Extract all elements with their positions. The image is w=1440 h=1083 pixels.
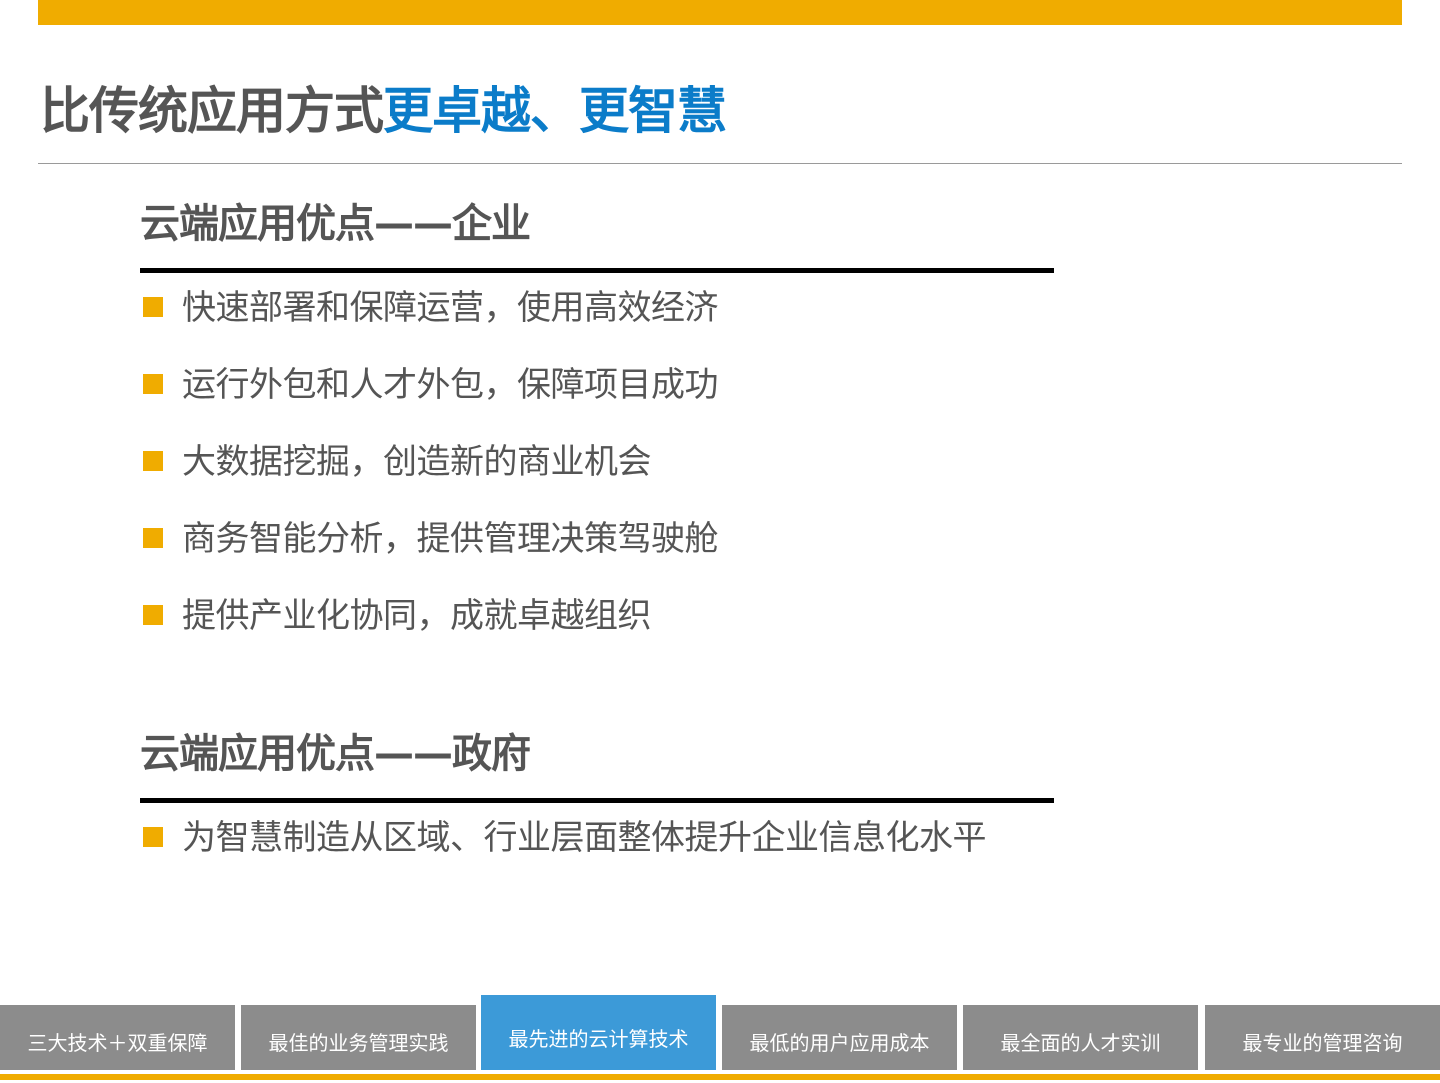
nav-tab-training[interactable]: 最全面的人才实训 [963,1005,1198,1070]
nav-tab-tech-guarantee[interactable]: 三大技术＋双重保障 [0,1005,235,1070]
nav-tab-best-practice[interactable]: 最佳的业务管理实践 [241,1005,476,1070]
page-title-main: 比传统应用方式 [40,82,384,140]
square-bullet-icon [143,605,163,625]
bottom-accent-bar [0,1074,1440,1080]
square-bullet-icon [143,528,163,548]
page-title: 比传统应用方式更卓越、更智慧 [40,80,727,142]
list-item: 快速部署和保障运营，使用高效经济 [140,273,1054,350]
list-item: 为智慧制造从区域、行业层面整体提升企业信息化水平 [140,803,1054,880]
square-bullet-icon [143,451,163,471]
list-item: 提供产业化协同，成就卓越组织 [140,581,1054,658]
list-item-text: 大数据挖掘，创造新的商业机会 [182,442,652,482]
square-bullet-icon [143,827,163,847]
list-item-text: 运行外包和人才外包，保障项目成功 [182,365,719,405]
nav-tab-low-cost[interactable]: 最低的用户应用成本 [722,1005,957,1070]
list-item: 商务智能分析，提供管理决策驾驶舱 [140,504,1054,581]
nav-tab-cloud-tech[interactable]: 最先进的云计算技术 [481,995,716,1070]
title-divider [38,163,1402,164]
bullet-list-government: 为智慧制造从区域、行业层面整体提升企业信息化水平 [140,803,1054,880]
bullet-list-enterprise: 快速部署和保障运营，使用高效经济 运行外包和人才外包，保障项目成功 大数据挖掘，… [140,273,1054,658]
list-item: 大数据挖掘，创造新的商业机会 [140,427,1054,504]
list-item-text: 提供产业化协同，成就卓越组织 [182,596,652,636]
list-item-text: 快速部署和保障运营，使用高效经济 [182,288,719,328]
list-item-text: 商务智能分析，提供管理决策驾驶舱 [182,519,719,559]
square-bullet-icon [143,374,163,394]
square-bullet-icon [143,297,163,317]
page-title-accent: 更卓越、更智慧 [383,82,727,140]
list-item: 运行外包和人才外包，保障项目成功 [140,350,1054,427]
list-item-text: 为智慧制造从区域、行业层面整体提升企业信息化水平 [182,818,987,858]
top-accent-bar [38,0,1402,25]
section-government: 云端应用优点——政府 为智慧制造从区域、行业层面整体提升企业信息化水平 [140,726,1054,880]
section-enterprise: 云端应用优点——企业 快速部署和保障运营，使用高效经济 运行外包和人才外包，保障… [140,196,1054,658]
section-heading-enterprise: 云端应用优点——企业 [140,201,531,247]
section-heading-government: 云端应用优点——政府 [140,731,531,777]
nav-tab-consulting[interactable]: 最专业的管理咨询 [1205,1005,1440,1070]
bottom-nav: 三大技术＋双重保障 最佳的业务管理实践 最先进的云计算技术 最低的用户应用成本 … [0,995,1440,1080]
